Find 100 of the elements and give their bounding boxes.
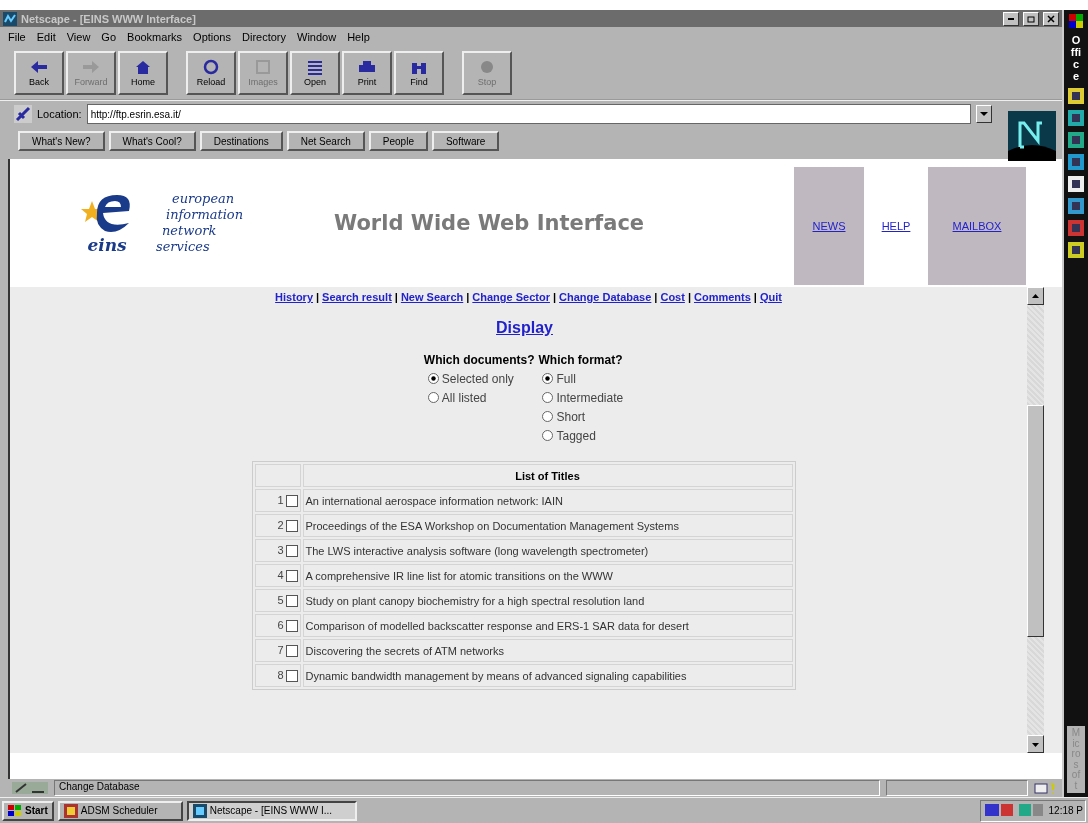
radio-icon[interactable]	[542, 392, 554, 403]
start-button[interactable]: Start	[2, 800, 54, 821]
nav-link[interactable]: Search result	[322, 291, 392, 303]
row-number: 5	[277, 593, 284, 606]
separator: |	[687, 291, 691, 303]
shortcut-icon[interactable]	[1068, 88, 1084, 105]
menu-item[interactable]: Directory	[242, 31, 286, 43]
location-label: Location:	[37, 108, 82, 120]
dropdown-button[interactable]	[976, 105, 992, 123]
shortcut-icon[interactable]	[1068, 176, 1084, 193]
checkbox[interactable]	[285, 645, 298, 658]
table-cell: Discovering the secrets of ATM networks	[302, 639, 793, 662]
toolbar-button[interactable]: Find	[394, 51, 444, 95]
radio-option[interactable]: Short	[538, 407, 624, 426]
radio-option[interactable]: All listed	[423, 388, 535, 407]
header-link[interactable]: NEWS	[812, 220, 846, 232]
directory-button[interactable]: People	[368, 131, 428, 151]
taskbar-button[interactable]: ADSM Scheduler	[57, 800, 183, 821]
app-icon	[192, 803, 207, 818]
table-cell: Dynamic bandwidth management by means of advanced signaling capabilities	[302, 664, 793, 687]
location-field[interactable]: http://ftp.esrin.esa.it/	[86, 104, 971, 124]
separator: |	[316, 291, 320, 303]
logo-line: services	[156, 239, 211, 255]
clock: 12:18 P	[1048, 805, 1083, 816]
checkbox[interactable]	[285, 545, 298, 558]
minimize-icon	[1008, 17, 1014, 20]
scrollbar[interactable]	[1027, 287, 1044, 753]
office-label: Office	[1070, 34, 1082, 83]
radio-icon[interactable]	[542, 430, 554, 441]
nav-link[interactable]: New Search	[400, 291, 464, 303]
restore-button[interactable]	[1023, 11, 1039, 26]
window-title: Netscape - [EINS WWW Interface]	[21, 12, 196, 25]
radio-icon[interactable]	[427, 392, 439, 403]
mail-icon[interactable]	[1034, 782, 1056, 794]
shortcut-icon[interactable]	[1068, 132, 1084, 149]
nav-link[interactable]: Change Sector	[472, 291, 550, 303]
up-arrow-icon[interactable]	[1032, 293, 1039, 299]
menu-item[interactable]: Help	[347, 31, 370, 43]
checkbox[interactable]	[285, 620, 298, 633]
shortcut-icon[interactable]	[1068, 242, 1084, 259]
radio-option[interactable]: Selected only	[423, 369, 535, 388]
directory-button[interactable]: What's Cool?	[108, 131, 196, 151]
header-link[interactable]: MAILBOX	[952, 220, 1002, 232]
display-link[interactable]: Display	[496, 319, 553, 337]
status-text: Change Database	[54, 780, 880, 796]
radio-option[interactable]: Intermediate	[538, 388, 624, 407]
down-arrow-icon[interactable]	[1032, 741, 1039, 747]
row-number: 8	[277, 668, 284, 681]
page-title: World Wide Web Interface	[334, 211, 646, 235]
checkbox[interactable]	[285, 670, 298, 683]
tray-icons-drawing[interactable]	[984, 803, 1045, 818]
radio-option[interactable]: Tagged	[538, 426, 624, 445]
shortcut-icon[interactable]	[1068, 198, 1084, 215]
menu-item[interactable]: Options	[193, 31, 231, 43]
shortcut-icon[interactable]	[1068, 110, 1084, 127]
toolbar-button[interactable]: Print	[342, 51, 392, 95]
table-cell: Comparison of modelled backscatter response and ERS-1 SAR data for desert	[302, 614, 793, 637]
radio-icon[interactable]	[542, 373, 554, 384]
menu-item[interactable]: Bookmarks	[127, 31, 183, 43]
table-cell: The LWS interactive analysis software (long wavelength spectrometer)	[302, 539, 793, 562]
checkbox[interactable]	[285, 570, 298, 583]
checkbox[interactable]	[285, 520, 298, 533]
menu-item[interactable]: Edit	[36, 31, 56, 43]
toolbar-button[interactable]: Back	[14, 51, 64, 95]
row-number: 1	[277, 493, 284, 506]
menu-item[interactable]: View	[66, 31, 91, 43]
checkbox[interactable]	[285, 495, 298, 508]
nav-link[interactable]: Comments	[693, 291, 751, 303]
taskbar-button[interactable]: Netscape - [EINS WWW I...	[186, 800, 357, 821]
checkbox[interactable]	[285, 595, 298, 608]
back-arrow-icon	[29, 59, 49, 75]
close-button[interactable]	[1043, 11, 1059, 26]
menu-item[interactable]: Window	[297, 31, 337, 43]
minimize-button[interactable]	[1003, 11, 1019, 26]
toolbar-button[interactable]: Home	[118, 51, 168, 95]
shortcut-icon[interactable]	[1068, 154, 1084, 171]
bookmark-icon[interactable]	[14, 105, 32, 123]
menu-item[interactable]: File	[8, 31, 26, 43]
nav-link[interactable]: Change Database	[559, 291, 652, 303]
table-cell: A comprehensive IR line list for atomic transitions on the WWW	[302, 564, 793, 587]
nav-link[interactable]: Quit	[759, 291, 782, 303]
toolbar-button[interactable]: Reload	[186, 51, 236, 95]
nav-link[interactable]: Cost	[660, 291, 685, 303]
logo-line: information	[166, 207, 245, 223]
directory-button[interactable]: Net Search	[286, 131, 365, 151]
row-number: 7	[277, 643, 284, 656]
menu-item[interactable]: Go	[101, 31, 117, 43]
directory-button[interactable]: What's New?	[18, 131, 105, 151]
radio-icon[interactable]	[542, 411, 554, 422]
table-header-cell: List of Titles	[302, 464, 793, 487]
radio-icon[interactable]	[427, 373, 439, 384]
question-heading: Which documents?	[423, 353, 535, 367]
radio-option[interactable]: Full	[538, 369, 624, 388]
directory-button[interactable]: Destinations	[199, 131, 283, 151]
printer-icon	[357, 59, 377, 75]
logo-line: network	[162, 223, 218, 239]
directory-button[interactable]: Software	[431, 131, 500, 151]
toolbar-button[interactable]: Open	[290, 51, 340, 95]
header-link[interactable]: HELP	[881, 220, 911, 232]
nav-link[interactable]: History	[275, 291, 313, 303]
